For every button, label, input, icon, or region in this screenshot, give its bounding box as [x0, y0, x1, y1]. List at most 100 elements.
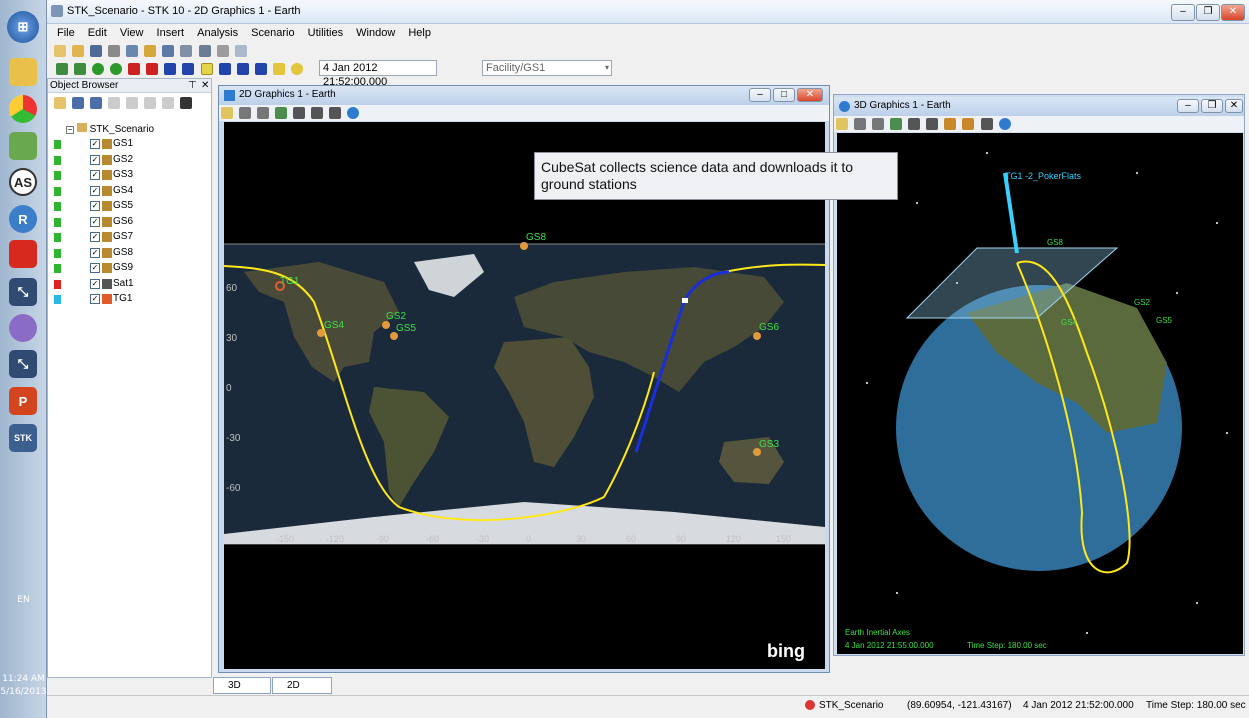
delete-icon[interactable] [162, 97, 175, 109]
step-forward-icon[interactable] [218, 63, 231, 75]
pin-icon[interactable]: ⊤ [188, 79, 197, 92]
powerpoint-icon[interactable]: P [9, 387, 37, 415]
filter-icon[interactable] [72, 97, 85, 109]
pan-icon[interactable] [854, 118, 867, 130]
visibility-checkbox[interactable]: ✓ [90, 139, 100, 149]
globe-icon[interactable] [92, 63, 105, 75]
win2d-close-button[interactable]: ✕ [797, 88, 823, 102]
globe-3d-view[interactable]: TG1 -2_PokerFlats GS8 GS2 GS5 GS4 Earth … [837, 133, 1243, 654]
new-icon[interactable] [54, 45, 66, 57]
zoom-in-icon[interactable] [239, 107, 252, 119]
scenario-root[interactable]: − STK_Scenario [66, 123, 154, 135]
image-icon[interactable] [908, 118, 921, 130]
paste-icon[interactable] [144, 97, 157, 109]
color-app-icon[interactable] [9, 314, 37, 342]
faster-icon[interactable] [254, 63, 267, 75]
win2d-maximize-button[interactable]: □ [773, 88, 795, 102]
view-from-icon[interactable] [926, 118, 939, 130]
clock-date[interactable]: 5/16/2013 [0, 687, 47, 697]
visibility-checkbox[interactable]: ✓ [90, 294, 100, 304]
chrome-icon[interactable] [9, 95, 37, 123]
map-icon[interactable] [890, 118, 903, 130]
menu-help[interactable]: Help [408, 27, 431, 39]
play-icon[interactable] [200, 63, 213, 75]
graphics-2d-titlebar[interactable]: 2D Graphics 1 - Earth – □ ✕ [219, 86, 829, 105]
tree-item-gs5[interactable]: ✓ GS5 [48, 199, 208, 214]
tree-item-gs8[interactable]: ✓ GS8 [48, 246, 208, 261]
visibility-checkbox[interactable]: ✓ [90, 185, 100, 196]
visibility-checkbox[interactable]: ✓ [90, 154, 100, 165]
tree-item-gs9[interactable]: ✓ GS9 [48, 261, 208, 276]
tree-item-gs3[interactable]: ✓ GS3 [48, 168, 208, 183]
pin-icon[interactable] [144, 45, 157, 57]
image-icon[interactable] [293, 107, 306, 119]
clock-icon[interactable] [290, 63, 303, 75]
win3d-minimize-button[interactable]: – [1177, 99, 1199, 113]
home-icon[interactable] [944, 118, 957, 130]
visibility-checkbox[interactable]: ✓ [90, 216, 100, 227]
pause-icon[interactable] [182, 63, 195, 75]
map-icon[interactable] [275, 107, 288, 119]
current-time-field[interactable]: 4 Jan 2012 21:52:00.000 [319, 60, 437, 88]
stk-icon[interactable]: STK [9, 424, 37, 452]
tree-item-gs6[interactable]: ✓ GS6 [48, 215, 208, 230]
win3d-restore-button[interactable]: ❐ [1201, 99, 1223, 113]
binoculars-icon[interactable] [180, 97, 193, 109]
visibility-checkbox[interactable]: ✓ [90, 201, 100, 211]
tree-item-gs1[interactable]: ✓ GS1 [48, 137, 208, 152]
tree-item-gs2[interactable]: ✓ GS2 [48, 153, 208, 168]
print-icon[interactable] [108, 45, 121, 57]
window-app-icon[interactable]: ⤡ [9, 278, 37, 306]
copy-icon[interactable] [126, 97, 139, 109]
restore-button[interactable]: ❐ [1196, 4, 1220, 21]
menu-analysis[interactable]: Analysis [197, 27, 238, 39]
play-reverse-icon[interactable] [164, 63, 177, 75]
check-icon[interactable] [90, 97, 103, 109]
properties-icon[interactable] [836, 118, 848, 130]
as-app-icon[interactable]: AS [9, 168, 37, 196]
close-button[interactable]: ✕ [1221, 4, 1245, 21]
menu-utilities[interactable]: Utilities [308, 27, 343, 39]
graph-icon[interactable] [180, 45, 193, 57]
tree-item-gs4[interactable]: ✓ GS4 [48, 184, 208, 199]
layers-icon[interactable] [311, 107, 324, 119]
visibility-checkbox[interactable]: ✓ [90, 263, 100, 273]
save-icon[interactable] [90, 45, 103, 57]
menu-view[interactable]: View [120, 27, 144, 39]
report-icon[interactable] [162, 45, 175, 57]
zoom-icon[interactable] [872, 118, 885, 130]
globe-icon-2[interactable] [110, 63, 123, 75]
visibility-checkbox[interactable]: ✓ [90, 170, 100, 180]
step-back-icon[interactable] [146, 63, 159, 75]
tree-item-tg1[interactable]: ✓ TG1 [48, 292, 208, 307]
map-2d-view[interactable]: 60 30 0 -30 -60 -150 -120 -90 -60 -30 0 30 60 90 120 1… [224, 122, 825, 669]
cut-icon[interactable] [108, 97, 121, 109]
reset-icon[interactable] [128, 63, 141, 75]
satellite-marker[interactable] [682, 298, 688, 303]
menu-window[interactable]: Window [356, 27, 395, 39]
win2d-minimize-button[interactable]: – [749, 88, 771, 102]
globe-icon[interactable] [998, 118, 1011, 130]
red-app-icon[interactable] [9, 240, 37, 268]
graphics-3d-titlebar[interactable]: 3D Graphics 1 - Earth – ❐ ✕ [834, 97, 1244, 116]
zoom-out-icon[interactable] [257, 107, 270, 119]
tree-item-sat1[interactable]: ✓ Sat1 [48, 277, 208, 292]
grid-icon[interactable] [329, 107, 342, 119]
start-button[interactable]: ⊞ [7, 11, 39, 43]
layout-icon[interactable] [198, 45, 211, 57]
tree-item-gs7[interactable]: ✓ GS7 [48, 230, 208, 245]
tab-2d-graphics[interactable]: 2D Graph... [272, 677, 332, 706]
win3d-close-button[interactable]: ✕ [1225, 99, 1243, 113]
minimize-button[interactable]: – [1171, 4, 1195, 21]
object-select-dropdown[interactable]: Facility/GS1 ▾ [482, 60, 612, 76]
properties-icon[interactable] [221, 107, 233, 119]
new-object-icon[interactable] [54, 97, 66, 109]
menu-edit[interactable]: Edit [88, 27, 107, 39]
menu-scenario[interactable]: Scenario [251, 27, 294, 39]
clock-time[interactable]: 11:24 AM [0, 674, 47, 684]
help-icon[interactable] [234, 45, 247, 57]
collapse-icon[interactable]: − [66, 126, 74, 134]
open-icon[interactable] [72, 45, 85, 57]
language-indicator[interactable]: EN [0, 595, 47, 605]
properties-icon[interactable] [126, 45, 139, 57]
